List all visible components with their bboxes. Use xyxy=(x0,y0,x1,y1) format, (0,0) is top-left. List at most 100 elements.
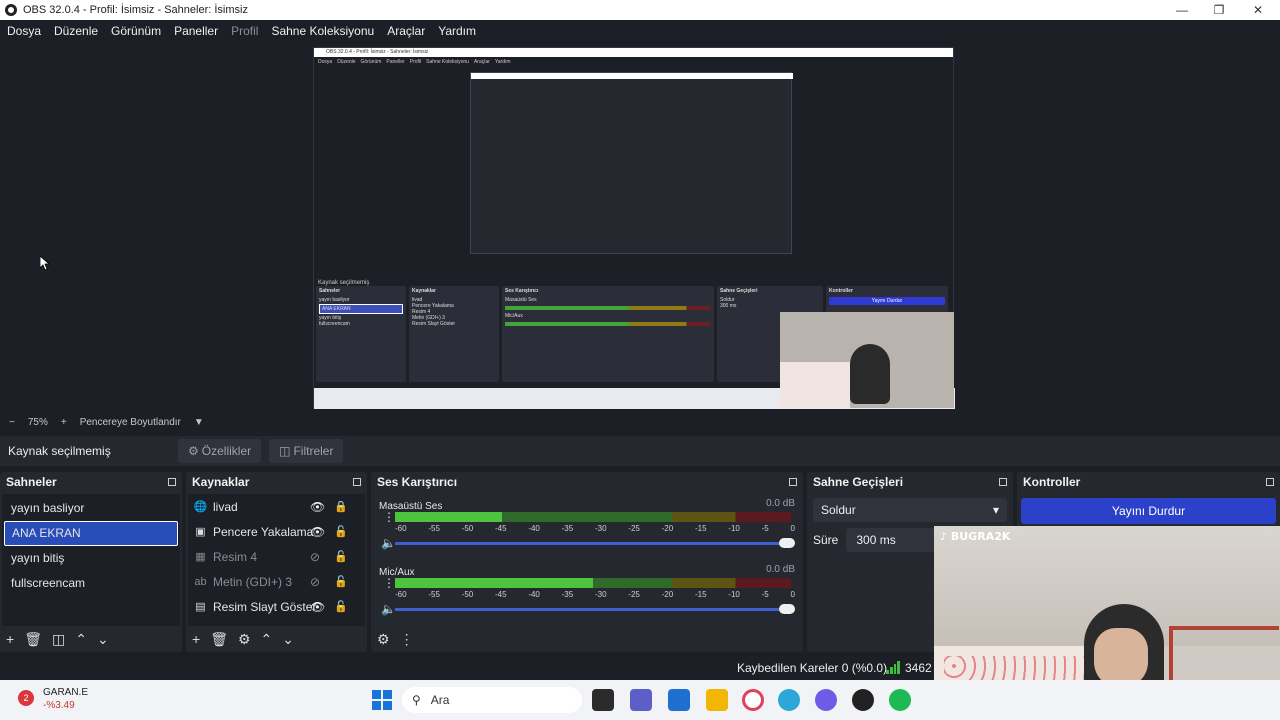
fit-to-window-label: Pencereye Boyutlandır xyxy=(79,416,181,428)
add-scene-icon[interactable]: + xyxy=(6,631,14,647)
trash-icon[interactable]: 🗑 xyxy=(210,631,228,648)
eye-hidden-icon[interactable]: ⊘ xyxy=(310,550,320,564)
source-item[interactable]: ▣ Pencere Yakalama 👁 🔓 xyxy=(188,519,365,544)
opera-icon[interactable] xyxy=(742,689,764,711)
mixer-channels: Masaüstü Ses 0.0 dB ⋮ -60 -55 -50 -45 -40 -35… xyxy=(373,494,801,626)
teams-icon[interactable] xyxy=(630,689,652,711)
obs-taskbar-icon[interactable] xyxy=(852,689,874,711)
undock-icon[interactable] xyxy=(353,478,361,486)
chevron-down-icon[interactable]: ⌄ xyxy=(97,631,109,648)
slider-handle[interactable] xyxy=(779,538,795,548)
discord-icon[interactable] xyxy=(815,689,837,711)
stock-change: -%3.49 xyxy=(43,700,75,711)
menu-tools[interactable]: Araçlar xyxy=(387,24,425,38)
filters-button[interactable]: ◫ Filtreler xyxy=(269,439,344,463)
transitions-title: Sahne Geçişleri xyxy=(813,475,904,489)
scene-item[interactable]: yayın bitiş xyxy=(4,546,178,571)
slider-handle[interactable] xyxy=(779,604,795,614)
eye-icon[interactable]: 👁 xyxy=(310,525,325,539)
properties-button[interactable]: ⚙ Özellikler xyxy=(178,439,262,463)
source-item[interactable]: ▦ Resim 4 ⊘ 🔓 xyxy=(188,544,365,569)
source-item[interactable]: ▤ Resim Slayt Göster 👁 🔓 xyxy=(188,594,365,619)
obs-logo-icon xyxy=(5,4,17,16)
edge-icon[interactable] xyxy=(778,689,800,711)
bitrate: 3462 xyxy=(905,661,932,675)
speaker-icon[interactable]: 🔈 xyxy=(381,602,396,616)
duration-input[interactable]: 300 ms xyxy=(846,528,947,552)
add-source-icon[interactable]: + xyxy=(192,631,200,647)
zoom-level: 75% xyxy=(27,416,48,428)
menu-profile[interactable]: Profil xyxy=(231,24,258,38)
meter-scale-tick: -40 xyxy=(528,590,540,599)
eye-hidden-icon[interactable]: ⊘ xyxy=(310,575,320,589)
volume-meter xyxy=(395,512,791,522)
unlock-icon[interactable]: 🔓 xyxy=(334,525,348,538)
zoom-in-button[interactable]: + xyxy=(61,417,67,428)
meter-scale-tick: -50 xyxy=(461,524,474,533)
speaker-icon[interactable]: 🔈 xyxy=(381,536,396,550)
scene-item[interactable]: fullscreencam xyxy=(4,571,178,596)
context-bar: Kaynak seçilmemiş ⚙ Özellikler ◫ Filtrel… xyxy=(0,436,1280,466)
chevron-up-icon[interactable]: ⌃ xyxy=(261,631,273,648)
unlock-icon[interactable]: 🔓 xyxy=(334,575,348,588)
filters-icon[interactable]: ◫ xyxy=(52,631,65,648)
windows-taskbar: 2 GARAN.E -%3.49 ⚲ Ara xyxy=(0,680,1280,720)
menu-view[interactable]: Görünüm xyxy=(111,24,161,38)
meter-scale-tick: -5 xyxy=(761,524,769,533)
eye-icon[interactable]: 👁 xyxy=(310,600,325,614)
advanced-audio-gear-icon[interactable]: ⚙ xyxy=(377,631,390,648)
menu-help[interactable]: Yardım xyxy=(438,24,476,38)
scene-item[interactable]: yayın basliyor xyxy=(4,496,178,521)
menu-edit[interactable]: Düzenle xyxy=(54,24,98,38)
menu-file[interactable]: Dosya xyxy=(7,24,41,38)
meter-scale-tick: -10 xyxy=(728,524,740,533)
spotify-icon[interactable] xyxy=(889,689,911,711)
gear-icon[interactable]: ⚙ xyxy=(238,631,251,648)
windows-start-icon[interactable] xyxy=(371,689,393,711)
mixer-title: Ses Karıştırıcı xyxy=(377,475,458,489)
scene-item-selected[interactable]: ANA EKRAN xyxy=(4,521,178,546)
zoom-dropdown-icon[interactable]: ▼ xyxy=(194,417,204,428)
chevron-up-icon[interactable]: ⌃ xyxy=(75,631,87,648)
taskbar-search[interactable]: ⚲ Ara xyxy=(402,687,582,713)
zoom-out-button[interactable]: − xyxy=(9,417,15,428)
undock-icon[interactable] xyxy=(168,478,176,486)
meter-scale-tick: -45 xyxy=(494,524,507,533)
lock-icon[interactable]: 🔒 xyxy=(334,500,348,513)
store-icon[interactable] xyxy=(668,689,690,711)
close-button[interactable]: ✕ xyxy=(1238,0,1278,20)
dropped-frames: Kaybedilen Kareler 0 (%0.0) xyxy=(737,661,888,675)
unlock-icon[interactable]: 🔓 xyxy=(334,550,348,563)
file-explorer-icon[interactable] xyxy=(706,689,728,711)
meter-scale-tick: -55 xyxy=(428,524,440,533)
source-item[interactable]: ab Metin (GDI+) 3 ⊘ 🔓 xyxy=(188,569,365,594)
undock-icon[interactable] xyxy=(1266,478,1274,486)
signal-bars-icon xyxy=(886,661,900,674)
meter-scale-tick: -10 xyxy=(728,590,740,599)
volume-slider[interactable] xyxy=(395,604,795,614)
meter-scale-tick: -25 xyxy=(628,524,640,533)
undock-icon[interactable] xyxy=(999,478,1007,486)
meter-scale-tick: -45 xyxy=(494,590,507,599)
chevron-down-icon[interactable]: ⌄ xyxy=(282,631,294,648)
unlock-icon[interactable]: 🔓 xyxy=(334,600,348,613)
transition-select[interactable]: Soldur ▾ xyxy=(813,498,1007,522)
kebab-menu-icon[interactable]: ⋮ xyxy=(383,510,395,524)
undock-icon[interactable] xyxy=(789,478,797,486)
volume-slider[interactable] xyxy=(395,538,795,548)
eye-icon[interactable]: 👁 xyxy=(310,500,325,514)
kebab-menu-icon[interactable]: ⋮ xyxy=(383,576,395,590)
title-bar: OBS 32.0.4 - Profil: İsimsiz - Sahneler:… xyxy=(0,0,1280,20)
nested-menu-bar: Dosya Düzenle Görünüm Paneller Profil Sahne K… xyxy=(318,59,511,65)
trash-icon[interactable]: 🗑 xyxy=(24,631,42,648)
stop-stream-button[interactable]: Yayını Durdur xyxy=(1021,498,1276,524)
maximize-button[interactable]: ❐ xyxy=(1199,0,1239,20)
meter-scale-tick: -40 xyxy=(528,524,540,533)
source-item[interactable]: 🌐 livad 👁 🔒 xyxy=(188,494,365,519)
menu-docks[interactable]: Paneller xyxy=(174,24,218,38)
source-list: 🌐 livad 👁 🔒 ▣ Pencere Yakalama 👁 🔓 ▦ Res… xyxy=(188,494,365,626)
minimize-button[interactable]: — xyxy=(1162,0,1202,20)
kebab-menu-icon[interactable]: ⋮ xyxy=(400,631,414,648)
task-view-icon[interactable] xyxy=(592,689,614,711)
menu-scene-collection[interactable]: Sahne Koleksiyonu xyxy=(271,24,374,38)
